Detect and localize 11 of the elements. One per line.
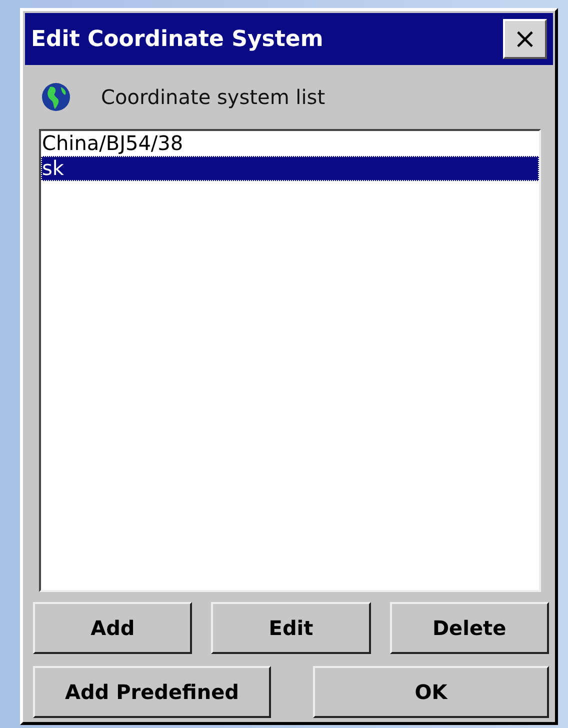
list-item[interactable]: sk (41, 156, 539, 181)
dialog-button[interactable]: Add Predefined (33, 666, 271, 718)
dialog-button[interactable]: Edit (211, 602, 371, 654)
dialog-button[interactable]: Delete (390, 602, 549, 654)
list-item[interactable]: China/BJ54/38 (41, 131, 539, 156)
window-title: Edit Coordinate System (31, 26, 324, 52)
dialog-button[interactable]: OK (313, 666, 549, 718)
globe-icon (41, 82, 71, 112)
list-heading: Coordinate system list (101, 85, 326, 109)
close-button[interactable]: × (503, 19, 547, 59)
dialog-button[interactable]: Add (33, 602, 192, 654)
